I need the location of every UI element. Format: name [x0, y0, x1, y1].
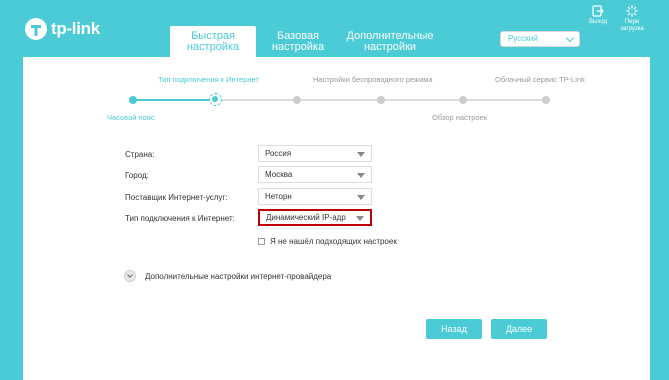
checkbox-label: Я не нашёл подходящих настроек [270, 237, 397, 246]
tab-label: Базовая настройка [271, 29, 325, 53]
connection-type-label: Тип подключения к Интернет: [125, 214, 235, 223]
city-value: Москва [265, 170, 293, 179]
advanced-label: Дополнительные настройки интернет-провай… [145, 271, 332, 281]
isp-advanced-toggle[interactable]: Дополнительные настройки интернет-провай… [124, 270, 331, 282]
step-label-timezone: Часовой пояс [107, 113, 155, 122]
step-dot [293, 96, 301, 104]
step-label-connection-type: Тип подключения к Интернет [158, 75, 259, 84]
isp-select[interactable]: Неторн [258, 188, 372, 205]
dropdown-arrow-icon [356, 216, 364, 221]
tab-label: Быстрая настройка [186, 29, 240, 53]
connection-type-value: Динамический IP-адр [266, 213, 346, 222]
step-label-summary: Обзор настроек [432, 113, 488, 122]
step-dot-current [209, 93, 222, 106]
country-label: Страна: [125, 150, 155, 159]
expand-chevron-icon[interactable] [124, 270, 136, 282]
tab-quick-setup[interactable]: Быстрая настройка [170, 26, 256, 57]
dropdown-arrow-icon [357, 152, 365, 157]
isp-value: Неторн [265, 192, 292, 201]
reboot-button[interactable]: Пере загрузка [617, 5, 647, 33]
tp-link-logo-icon [25, 18, 47, 40]
tab-basic[interactable]: Базовая настройка [264, 26, 332, 57]
reboot-label: Пере загрузка [620, 19, 644, 32]
step-label-cloud: Облачный сервис TP-Link [495, 75, 585, 84]
language-select[interactable]: Русский [500, 31, 580, 47]
city-label: Город: [125, 171, 149, 180]
step-dot [459, 96, 467, 104]
dropdown-arrow-icon [357, 173, 365, 178]
progress-track-done [133, 99, 216, 101]
main-panel: Тип подключения к Интернет Настройки бес… [23, 57, 650, 380]
chevron-down-icon [565, 33, 575, 43]
step-dot [129, 96, 137, 104]
country-value: Россия [265, 149, 292, 158]
isp-label: Поставщик Интернет-услуг: [125, 193, 228, 202]
country-select[interactable]: Россия [258, 145, 372, 162]
connection-type-select[interactable]: Динамический IP-адр [258, 209, 372, 226]
next-button[interactable]: Далее [491, 319, 547, 339]
tab-label: Дополнительные настройки [346, 29, 434, 53]
logo-text: tp-link [51, 19, 100, 38]
logout-label: Выход [589, 19, 607, 25]
step-dot [377, 96, 385, 104]
city-select[interactable]: Москва [258, 166, 372, 183]
back-button[interactable]: Назад [426, 319, 482, 339]
logout-icon [592, 5, 604, 17]
checkbox-box[interactable] [258, 238, 265, 245]
language-value: Русский [508, 34, 538, 43]
dropdown-arrow-icon [357, 195, 365, 200]
step-dot [542, 96, 550, 104]
no-settings-checkbox[interactable]: Я не нашёл подходящих настроек [258, 237, 397, 246]
tab-advanced[interactable]: Дополнительные настройки [338, 26, 442, 57]
tp-link-logo: tp-link [24, 17, 100, 41]
reboot-icon [626, 5, 638, 17]
logout-button[interactable]: Выход [583, 5, 613, 26]
step-label-wireless: Настройки беспроводного режима [313, 75, 433, 84]
